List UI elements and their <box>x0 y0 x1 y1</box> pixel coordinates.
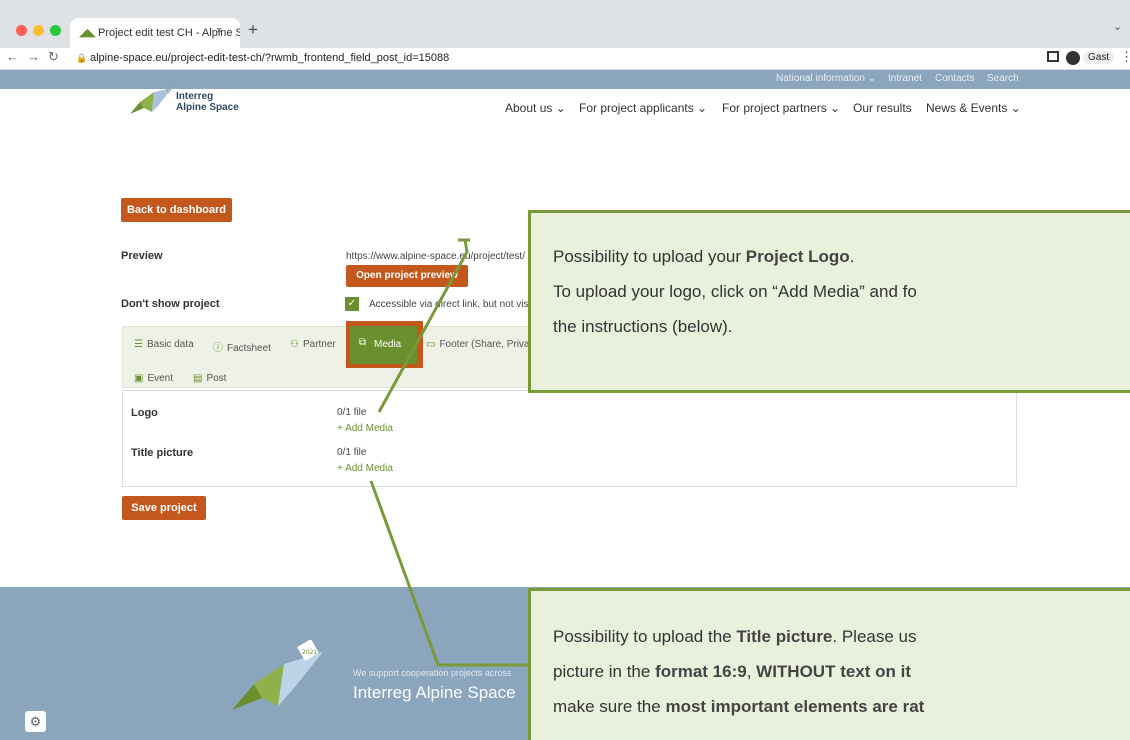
callout-project-logo: Possibility to upload your Project Logo.… <box>528 210 1130 393</box>
callout1-line2: To upload your logo, click on “Add Media… <box>553 282 917 301</box>
callout2-line1: Possibility to upload the Title picture.… <box>553 627 917 646</box>
callout-title-picture: Possibility to upload the Title picture.… <box>528 588 1130 740</box>
callout2-line3: make sure the most important elements ar… <box>553 697 925 716</box>
callout1-line3: the instructions (below). <box>553 317 733 336</box>
callout1-line1: Possibility to upload your Project Logo. <box>553 247 855 266</box>
callout2-line2: picture in the format 16:9, WITHOUT text… <box>553 662 912 681</box>
